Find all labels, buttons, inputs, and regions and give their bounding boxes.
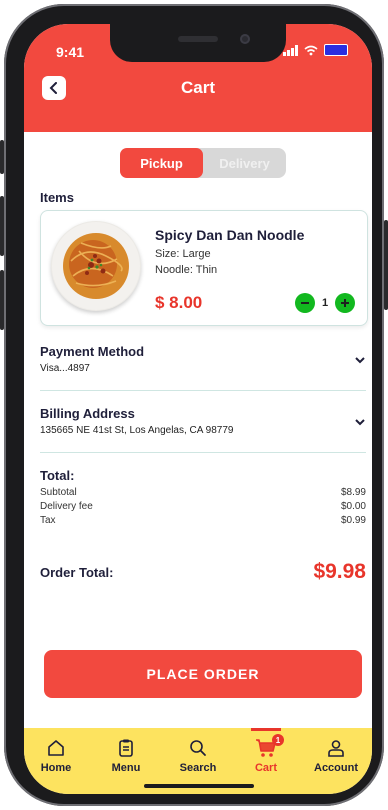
front-camera bbox=[240, 34, 250, 44]
delivery-fee-label: Delivery fee bbox=[40, 501, 93, 512]
payment-method-row[interactable]: Payment Method Visa...4897 bbox=[40, 344, 366, 384]
tax-label: Tax bbox=[40, 515, 56, 526]
noodle-dish-image bbox=[51, 221, 141, 311]
tab-menu[interactable]: Menu bbox=[94, 738, 158, 774]
item-size: Size: Large bbox=[155, 248, 211, 260]
subtotal-value: $8.99 bbox=[340, 487, 366, 498]
home-icon bbox=[48, 740, 64, 756]
totals-section: Total: Subtotal $8.99 Delivery fee $0.00… bbox=[40, 468, 366, 526]
payment-method-title: Payment Method bbox=[40, 344, 145, 359]
chevron-down-icon bbox=[355, 419, 365, 426]
billing-address-title: Billing Address bbox=[40, 406, 135, 421]
tax-value: $0.99 bbox=[340, 515, 366, 526]
tab-menu-label: Menu bbox=[111, 762, 141, 774]
signal-icon bbox=[283, 44, 298, 56]
totals-title: Total: bbox=[40, 468, 75, 483]
subtotal-label: Subtotal bbox=[40, 487, 77, 498]
minus-icon bbox=[301, 302, 309, 304]
delivery-option[interactable]: Delivery bbox=[203, 148, 286, 178]
app-screen: 9:41 Cart Pickup Delivery Items Spicy Da… bbox=[24, 24, 372, 794]
active-tab-indicator bbox=[251, 728, 281, 731]
order-type-toggle: Pickup Delivery bbox=[120, 148, 286, 178]
speaker-grille bbox=[178, 36, 218, 42]
delivery-fee-row: Delivery fee $0.00 bbox=[40, 501, 366, 512]
tab-account[interactable]: Account bbox=[304, 738, 368, 774]
tab-cart-label: Cart bbox=[254, 762, 277, 774]
cart-badge: 1 bbox=[272, 734, 284, 746]
item-name: Spicy Dan Dan Noodle bbox=[155, 227, 305, 243]
delivery-fee-value: $0.00 bbox=[340, 501, 366, 512]
subtotal-row: Subtotal $8.99 bbox=[40, 487, 366, 498]
tab-account-label: Account bbox=[314, 762, 358, 774]
device-notch bbox=[110, 24, 286, 62]
place-order-button[interactable]: PLACE ORDER bbox=[44, 650, 362, 698]
wifi-icon bbox=[304, 45, 318, 55]
page-title: Cart bbox=[180, 78, 215, 97]
tab-home[interactable]: Home bbox=[24, 738, 88, 774]
quantity-value: 1 bbox=[321, 297, 329, 309]
order-total-row: Order Total: $9.98 bbox=[40, 560, 366, 584]
menu-clipboard-icon bbox=[119, 739, 133, 757]
plus-icon bbox=[341, 299, 349, 307]
cart-item-card: Spicy Dan Dan Noodle Size: Large Noodle:… bbox=[40, 210, 368, 326]
search-icon bbox=[190, 740, 206, 756]
status-icons bbox=[283, 44, 348, 56]
tax-row: Tax $0.99 bbox=[40, 515, 366, 526]
tab-home-label: Home bbox=[40, 762, 72, 774]
pickup-option[interactable]: Pickup bbox=[120, 148, 203, 178]
quantity-stepper: 1 bbox=[295, 293, 355, 313]
divider bbox=[40, 452, 366, 453]
tab-search[interactable]: Search bbox=[166, 738, 230, 774]
decrease-quantity-button[interactable] bbox=[295, 293, 315, 313]
phone-body: 9:41 Cart Pickup Delivery Items Spicy Da… bbox=[4, 4, 384, 806]
order-total-label: Order Total: bbox=[40, 564, 114, 580]
item-price: $ 8.00 bbox=[155, 293, 203, 312]
billing-address-row[interactable]: Billing Address 135665 NE 41st St, Los A… bbox=[40, 406, 366, 446]
chevron-down-icon bbox=[355, 357, 365, 364]
divider bbox=[40, 390, 366, 391]
device-frame: 9:41 Cart Pickup Delivery Items Spicy Da… bbox=[0, 0, 388, 810]
tab-cart[interactable]: 1 Cart bbox=[234, 728, 298, 774]
power-button bbox=[384, 220, 388, 310]
payment-method-value: Visa...4897 bbox=[40, 363, 90, 374]
status-time: 9:41 bbox=[56, 44, 85, 60]
increase-quantity-button[interactable] bbox=[335, 293, 355, 313]
battery-icon bbox=[324, 44, 348, 56]
items-heading: Items bbox=[40, 190, 74, 205]
tab-search-label: Search bbox=[179, 762, 217, 774]
item-noodle-type: Noodle: Thin bbox=[155, 264, 218, 276]
account-icon bbox=[328, 740, 344, 757]
order-total-value: $9.98 bbox=[313, 560, 366, 583]
billing-address-value: 135665 NE 41st St, Los Angelas, CA 98779 bbox=[40, 425, 234, 436]
home-indicator bbox=[144, 784, 254, 788]
